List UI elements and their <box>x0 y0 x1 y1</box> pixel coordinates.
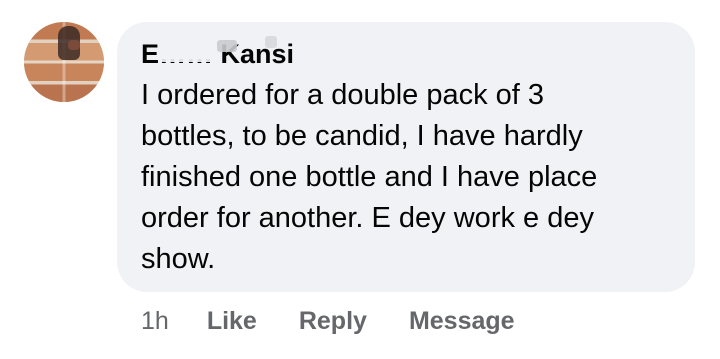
comment-text-line: order for another. E dey work e dey <box>141 202 594 234</box>
name-redaction <box>159 42 213 62</box>
comment-bubble: E…… Kansi I ordered for a double pack of… <box>117 22 695 292</box>
like-button[interactable]: Like <box>207 307 257 336</box>
avatar-detail <box>68 40 80 50</box>
message-button[interactable]: Message <box>409 307 515 336</box>
comment-text-line: bottles, to be candid, I have hardly <box>141 120 583 152</box>
reply-button[interactable]: Reply <box>299 307 367 336</box>
comment-timestamp[interactable]: 1h <box>141 307 169 336</box>
name-redaction <box>217 40 237 52</box>
name-redaction <box>265 36 277 48</box>
comment-author[interactable]: E…… Kansi <box>141 36 669 70</box>
comment-text-line: I ordered for a double pack of 3 <box>141 79 545 111</box>
comment-text-line: finished one bottle and I have place <box>141 161 598 193</box>
comment-text: I ordered for a double pack of 3 bottles… <box>141 75 661 280</box>
comment-text-line: show. <box>141 243 216 275</box>
comment-actions: 1h Like Reply Message <box>141 305 557 337</box>
avatar[interactable] <box>24 22 104 102</box>
comment: E…… Kansi I ordered for a double pack of… <box>0 0 720 359</box>
